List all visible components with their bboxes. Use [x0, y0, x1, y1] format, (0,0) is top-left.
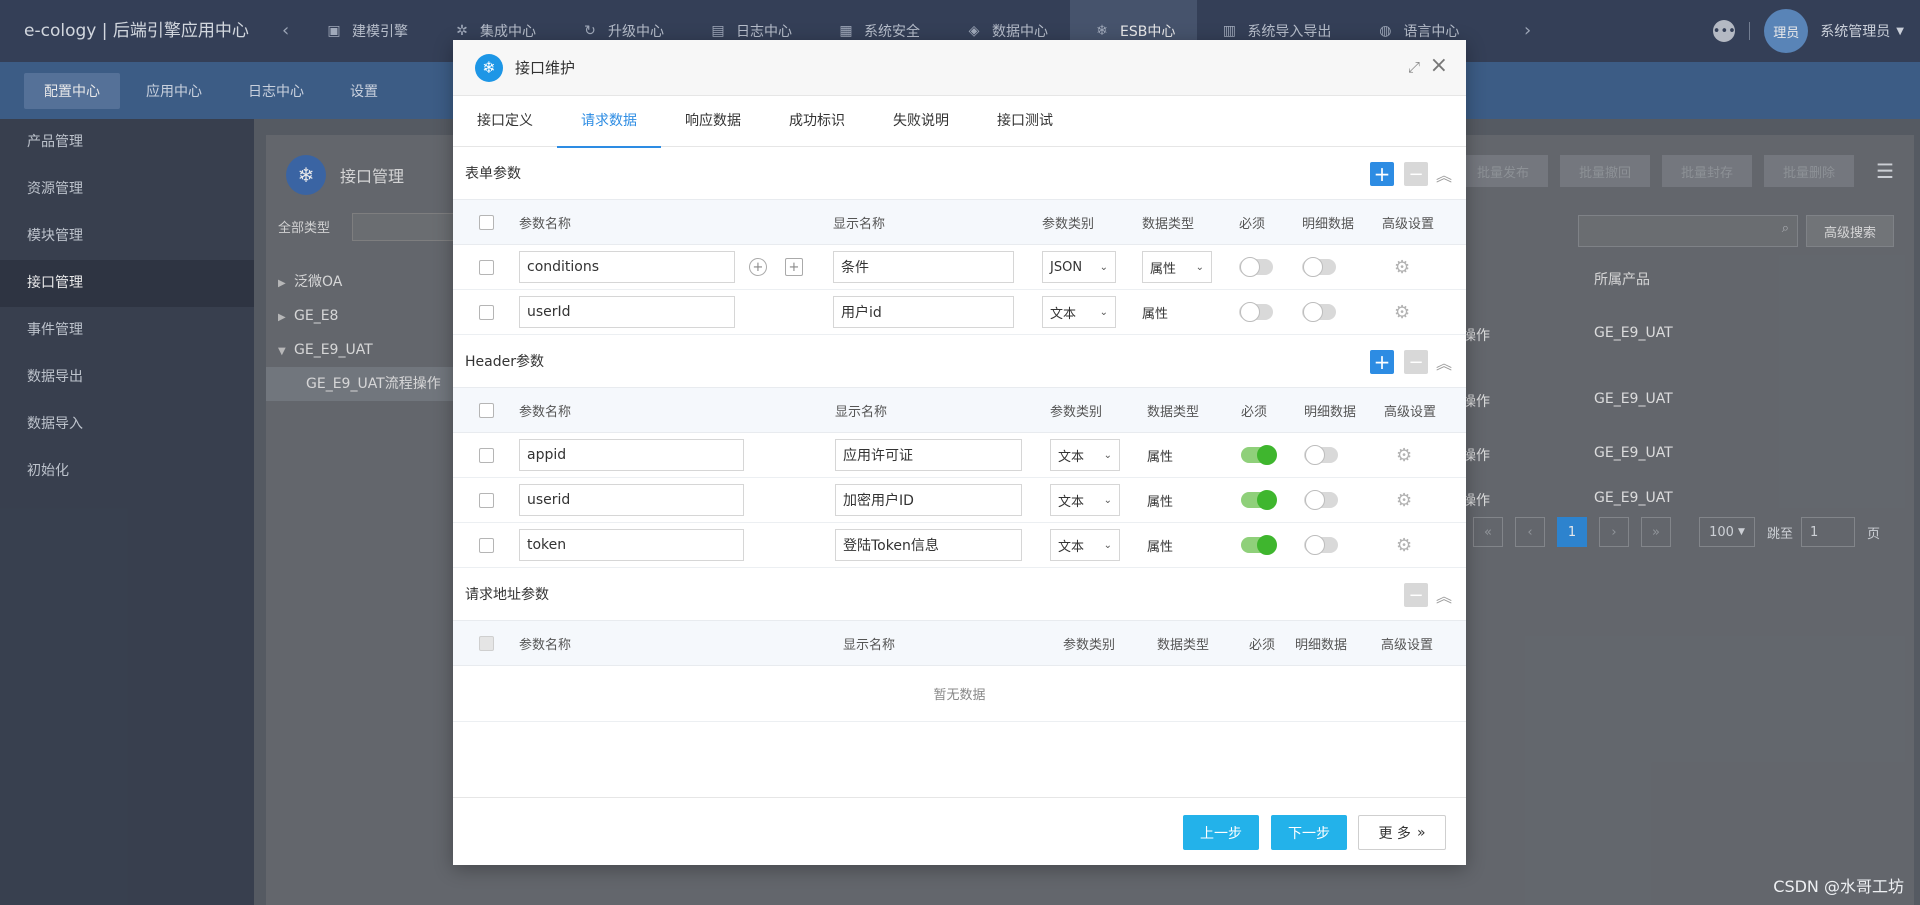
- gear-icon[interactable]: ⚙: [1396, 445, 1412, 466]
- row-checkbox[interactable]: [479, 304, 494, 320]
- section-tools: + − ︽: [1369, 162, 1452, 186]
- header-params-section: Header参数 + − ︽: [453, 335, 1466, 387]
- section-title: 表单参数: [465, 166, 521, 182]
- empty-state: 暂无数据: [453, 666, 1466, 722]
- required-toggle[interactable]: [1241, 490, 1277, 510]
- data-type-text: 属性: [1147, 539, 1174, 555]
- dialog-footer: 上一步 下一步 更 多»: [453, 797, 1466, 865]
- required-toggle[interactable]: [1239, 302, 1273, 322]
- tab-request-data[interactable]: 请求数据: [557, 96, 661, 148]
- tab-interface-test[interactable]: 接口测试: [973, 96, 1077, 147]
- section-tools: + − ︽: [1369, 350, 1452, 374]
- data-type-text: 属性: [1147, 449, 1174, 465]
- param-category-select[interactable]: 文本 ⌄: [1050, 484, 1120, 516]
- param-name-input[interactable]: userid: [519, 484, 744, 516]
- chevron-down-icon: ⌄: [1103, 539, 1112, 551]
- chevron-down-icon: ⌄: [1103, 449, 1112, 461]
- next-step-button[interactable]: 下一步: [1271, 815, 1347, 850]
- watermark: CSDN @水哥工坊: [1773, 877, 1904, 896]
- add-row-button[interactable]: +: [1369, 162, 1394, 186]
- delete-row-button[interactable]: −: [1403, 583, 1428, 607]
- snowflake-icon: ❄: [475, 53, 503, 82]
- display-name-input[interactable]: 用户id: [833, 296, 1014, 328]
- add-child-icon[interactable]: +: [785, 258, 803, 276]
- param-name-input[interactable]: conditions: [519, 251, 735, 283]
- data-type-text: 属性: [1147, 494, 1174, 510]
- required-toggle[interactable]: [1239, 257, 1273, 277]
- dialog-tabs: 接口定义 请求数据 响应数据 成功标识 失败说明 接口测试: [453, 96, 1466, 148]
- gear-icon[interactable]: ⚙: [1394, 257, 1410, 278]
- param-category-select[interactable]: 文本 ⌄: [1050, 439, 1120, 471]
- header-params-table: 参数名称 显示名称 参数类别 数据类型 必须 明细数据 高级设置 appid 应…: [453, 387, 1466, 568]
- table-row: userId 用户id 文本 ⌄ 属性 ⚙: [453, 289, 1466, 335]
- detail-data-toggle[interactable]: [1302, 302, 1336, 322]
- param-name-input[interactable]: userId: [519, 296, 735, 328]
- gear-icon[interactable]: ⚙: [1394, 302, 1410, 323]
- section-tools: − ︽: [1403, 583, 1452, 607]
- table-header-row: 参数名称 显示名称 参数类别 数据类型 必须 明细数据 高级设置: [453, 387, 1466, 433]
- param-category-select[interactable]: 文本 ⌄: [1050, 529, 1120, 561]
- row-checkbox[interactable]: [479, 259, 494, 275]
- param-category-select[interactable]: JSON ⌄: [1042, 251, 1116, 283]
- chevron-down-icon: ⌄: [1103, 494, 1112, 506]
- add-row-button[interactable]: +: [1369, 350, 1394, 374]
- row-checkbox[interactable]: [479, 447, 494, 463]
- select-all-checkbox[interactable]: [479, 635, 494, 651]
- form-params-section: 表单参数 + − ︽: [453, 147, 1466, 199]
- table-row: userid 加密用户ID 文本 ⌄ 属性 ⚙: [453, 477, 1466, 523]
- collapse-icon[interactable]: ︽: [1436, 583, 1452, 607]
- table-row: appid 应用许可证 文本 ⌄ 属性 ⚙: [453, 432, 1466, 478]
- chevron-down-icon: ⌄: [1195, 261, 1204, 273]
- table-header-row: 参数名称 显示名称 参数类别 数据类型 必须 明细数据 高级设置: [453, 199, 1466, 245]
- tab-success-flag[interactable]: 成功标识: [765, 96, 869, 147]
- chevron-down-icon: ⌄: [1099, 261, 1108, 273]
- display-name-input[interactable]: 应用许可证: [835, 439, 1022, 471]
- display-name-input[interactable]: 条件: [833, 251, 1014, 283]
- param-name-input[interactable]: token: [519, 529, 744, 561]
- data-type-select[interactable]: 属性 ⌄: [1142, 251, 1212, 283]
- detail-data-toggle[interactable]: [1304, 535, 1338, 555]
- maximize-icon[interactable]: ⤢: [1408, 58, 1420, 76]
- section-title: 请求地址参数: [465, 587, 549, 603]
- close-icon[interactable]: ×: [1430, 53, 1448, 78]
- display-name-input[interactable]: 加密用户ID: [835, 484, 1022, 516]
- data-type-text: 属性: [1142, 306, 1169, 322]
- select-all-checkbox[interactable]: [479, 214, 494, 230]
- dialog-title: 接口维护: [515, 59, 576, 77]
- display-name-input[interactable]: 登陆Token信息: [835, 529, 1022, 561]
- table-header-row: 参数名称 显示名称 参数类别 数据类型 必须 明细数据 高级设置: [453, 620, 1466, 666]
- detail-data-toggle[interactable]: [1302, 257, 1336, 277]
- gear-icon[interactable]: ⚙: [1396, 490, 1412, 511]
- param-name-input[interactable]: appid: [519, 439, 744, 471]
- form-params-table: 参数名称 显示名称 参数类别 数据类型 必须 明细数据 高级设置 conditi…: [453, 199, 1466, 335]
- param-category-select[interactable]: 文本 ⌄: [1042, 296, 1116, 328]
- interface-maintenance-dialog: ❄ 接口维护 ⤢ × 接口定义 请求数据 响应数据 成功标识 失败说明 接口测试…: [453, 40, 1466, 865]
- gear-icon[interactable]: ⚙: [1396, 535, 1412, 556]
- section-title: Header参数: [465, 354, 544, 370]
- delete-row-button[interactable]: −: [1403, 162, 1428, 186]
- collapse-icon[interactable]: ︽: [1436, 350, 1452, 374]
- row-checkbox[interactable]: [479, 537, 494, 553]
- url-params-section: 请求地址参数 − ︽: [453, 568, 1466, 620]
- tab-failure-desc[interactable]: 失败说明: [869, 96, 973, 147]
- tab-response-data[interactable]: 响应数据: [661, 96, 765, 147]
- double-chevron-right-icon: »: [1416, 824, 1426, 841]
- detail-data-toggle[interactable]: [1304, 445, 1338, 465]
- url-params-table: 参数名称 显示名称 参数类别 数据类型 必须 明细数据 高级设置: [453, 620, 1466, 666]
- select-all-checkbox[interactable]: [479, 402, 494, 418]
- add-circle-icon[interactable]: +: [749, 258, 767, 276]
- chevron-down-icon: ⌄: [1099, 306, 1108, 318]
- required-toggle[interactable]: [1241, 535, 1277, 555]
- table-row: conditions + + 条件 JSON ⌄ 属性 ⌄ ⚙: [453, 244, 1466, 290]
- prev-step-button[interactable]: 上一步: [1183, 815, 1259, 850]
- table-row: token 登陆Token信息 文本 ⌄ 属性 ⚙: [453, 522, 1466, 568]
- dialog-header: ❄ 接口维护 ⤢ ×: [453, 40, 1466, 96]
- required-toggle[interactable]: [1241, 445, 1277, 465]
- delete-row-button[interactable]: −: [1403, 350, 1428, 374]
- collapse-icon[interactable]: ︽: [1436, 162, 1452, 186]
- more-button[interactable]: 更 多»: [1358, 815, 1446, 850]
- row-checkbox[interactable]: [479, 492, 494, 508]
- tab-interface-definition[interactable]: 接口定义: [453, 96, 557, 147]
- detail-data-toggle[interactable]: [1304, 490, 1338, 510]
